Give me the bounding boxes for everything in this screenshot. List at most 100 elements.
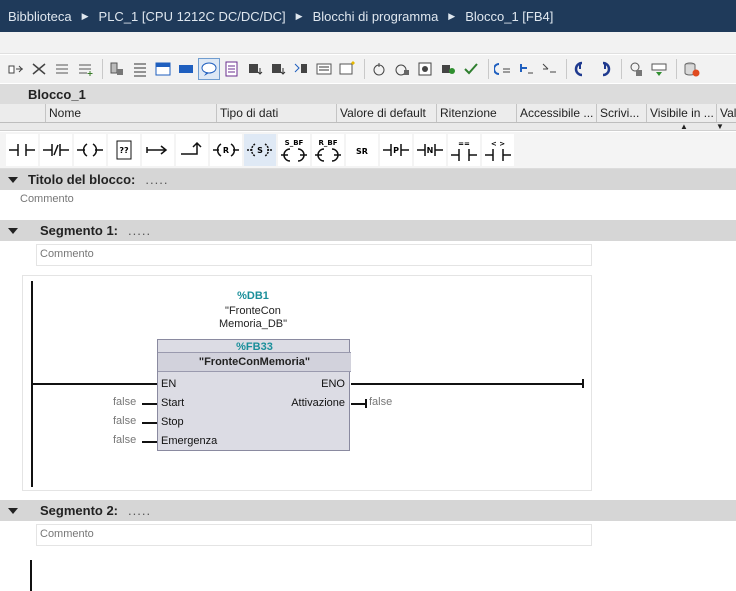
- collapse-arrow-icon[interactable]: [8, 227, 18, 234]
- column-header-writable[interactable]: Scrivi...: [597, 104, 647, 122]
- block-title-value[interactable]: .....: [145, 172, 168, 187]
- offline-icon[interactable]: [594, 59, 614, 79]
- column-header-value[interactable]: Val: [717, 104, 736, 122]
- pin-eno[interactable]: ENO: [321, 378, 345, 390]
- goto-icon[interactable]: [369, 59, 389, 79]
- db-icon[interactable]: [681, 59, 701, 79]
- open-branch-icon[interactable]: [142, 134, 174, 166]
- snapshot-icon[interactable]: [626, 59, 646, 79]
- fb-name[interactable]: "FronteConMemoria": [158, 352, 351, 372]
- breadcrumb-separator-icon: ▶: [295, 10, 303, 21]
- interface-block-name[interactable]: Blocco_1: [0, 84, 736, 104]
- negative-edge-icon[interactable]: N: [414, 134, 446, 166]
- online-icon[interactable]: [571, 59, 591, 79]
- attivazione-wire: [351, 403, 366, 405]
- monitor-icon[interactable]: [392, 59, 412, 79]
- simulation-icon[interactable]: [649, 59, 669, 79]
- breadcrumb-item[interactable]: PLC_1 [CPU 1212C DC/DC/DC]: [99, 9, 286, 24]
- block-comment[interactable]: Commento: [20, 193, 74, 205]
- row-header-spacer: [18, 104, 46, 122]
- column-header-default[interactable]: Valore di default: [337, 104, 437, 122]
- attivazione-wire-end: [365, 399, 367, 408]
- attivazione-value[interactable]: false: [369, 396, 392, 408]
- interface-scroll-row[interactable]: ▲ ▼: [0, 123, 736, 131]
- prev-error-icon[interactable]: [493, 59, 513, 79]
- segment-1-comment[interactable]: Commento: [40, 248, 94, 260]
- segment-2-comment[interactable]: Commento: [40, 528, 94, 540]
- start-value[interactable]: false: [113, 396, 136, 408]
- breadcrumb-item[interactable]: Bibblioteca: [8, 9, 72, 24]
- pin-stop[interactable]: Stop: [161, 416, 184, 428]
- pin-en[interactable]: EN: [161, 378, 176, 390]
- pin-emergenza[interactable]: Emergenza: [161, 435, 217, 447]
- collapse-arrow-icon[interactable]: [8, 176, 18, 183]
- function-block-box[interactable]: %FB33 "FronteConMemoria" EN Start Stop E…: [157, 339, 351, 451]
- column-header-visible[interactable]: Visibile in ...: [647, 104, 717, 122]
- no-contact-icon[interactable]: [6, 134, 38, 166]
- empty-box-icon[interactable]: ??: [108, 134, 140, 166]
- close-branch-icon[interactable]: [176, 134, 208, 166]
- en-wire: [33, 383, 158, 385]
- step-icon[interactable]: [438, 59, 458, 79]
- breakpoint-icon[interactable]: [415, 59, 435, 79]
- open-all-icon[interactable]: [314, 59, 334, 79]
- comment-bubble-icon[interactable]: [198, 58, 220, 80]
- segment-1-title[interactable]: .....: [128, 223, 151, 238]
- emergenza-value[interactable]: false: [113, 434, 136, 446]
- segment-2-comment-box[interactable]: Commento: [36, 524, 592, 546]
- svg-text:SR: SR: [356, 147, 368, 156]
- delete-network-icon[interactable]: [29, 59, 49, 79]
- download-icon[interactable]: [516, 59, 536, 79]
- segment-2-header[interactable]: Segmento 2: .....: [0, 500, 736, 521]
- segment-1-label: Segmento 1:: [40, 223, 119, 238]
- set-coil-icon[interactable]: S: [244, 134, 276, 166]
- scroll-down-icon[interactable]: ▼: [716, 123, 724, 131]
- toolbar-divider: [566, 59, 567, 79]
- pin-attivazione[interactable]: Attivazione: [291, 397, 345, 409]
- sr-flipflop-icon[interactable]: SR: [346, 134, 378, 166]
- compare-equal-icon[interactable]: ==: [448, 134, 480, 166]
- network-comments-icon[interactable]: [291, 59, 311, 79]
- toolbar-divider: [364, 59, 365, 79]
- instance-db-name-line1[interactable]: "FronteCon: [203, 305, 303, 317]
- segment-1-header[interactable]: Segmento 1: .....: [0, 220, 736, 241]
- compare-icon[interactable]: [539, 59, 559, 79]
- next-error-icon[interactable]: [461, 59, 481, 79]
- tag-info-icon[interactable]: [245, 59, 265, 79]
- segment-2-title[interactable]: .....: [128, 503, 151, 518]
- network-icon[interactable]: [107, 59, 127, 79]
- instance-db-name-line2[interactable]: Memoria_DB": [203, 318, 303, 330]
- lad-editor[interactable]: Titolo del blocco: ..... Commento Segmen…: [0, 169, 736, 591]
- segment-1-comment-box[interactable]: Commento: [36, 244, 592, 266]
- reset-bitfield-icon[interactable]: R_BF: [312, 134, 344, 166]
- column-header-name[interactable]: Nome: [46, 104, 217, 122]
- stop-value[interactable]: false: [113, 415, 136, 427]
- block-title-header[interactable]: Titolo del blocco: .....: [0, 169, 736, 190]
- absolute-symbolic-icon[interactable]: [222, 59, 242, 79]
- pin-start[interactable]: Start: [161, 397, 184, 409]
- collapse-arrow-icon[interactable]: [8, 507, 18, 514]
- svg-text:==: ==: [458, 140, 470, 148]
- instance-db-number[interactable]: %DB1: [203, 290, 303, 302]
- close-all-icon[interactable]: [337, 59, 357, 79]
- comment-icon[interactable]: [176, 59, 196, 79]
- set-bitfield-icon[interactable]: S_BF: [278, 134, 310, 166]
- segment-2-power-rail: [30, 560, 32, 591]
- column-header-retain[interactable]: Ritenzione: [437, 104, 517, 122]
- insert-row-icon[interactable]: [52, 59, 72, 79]
- append-row-icon[interactable]: [75, 59, 95, 79]
- reset-coil-icon[interactable]: R: [210, 134, 242, 166]
- column-header-accessible[interactable]: Accessibile ...: [517, 104, 597, 122]
- callstructure-icon[interactable]: [268, 59, 288, 79]
- nc-contact-icon[interactable]: [40, 134, 72, 166]
- positive-edge-icon[interactable]: P: [380, 134, 412, 166]
- favorites-icon[interactable]: [153, 59, 173, 79]
- column-header-datatype[interactable]: Tipo di dati: [217, 104, 337, 122]
- insert-network-icon[interactable]: [6, 59, 26, 79]
- coil-icon[interactable]: [74, 134, 106, 166]
- breadcrumb-item[interactable]: Blocchi di programma: [313, 9, 439, 24]
- scroll-up-icon[interactable]: ▲: [680, 123, 688, 131]
- interface-icon[interactable]: [130, 59, 150, 79]
- compare-notequal-icon[interactable]: < >: [482, 134, 514, 166]
- breadcrumb-item[interactable]: Blocco_1 [FB4]: [465, 9, 553, 24]
